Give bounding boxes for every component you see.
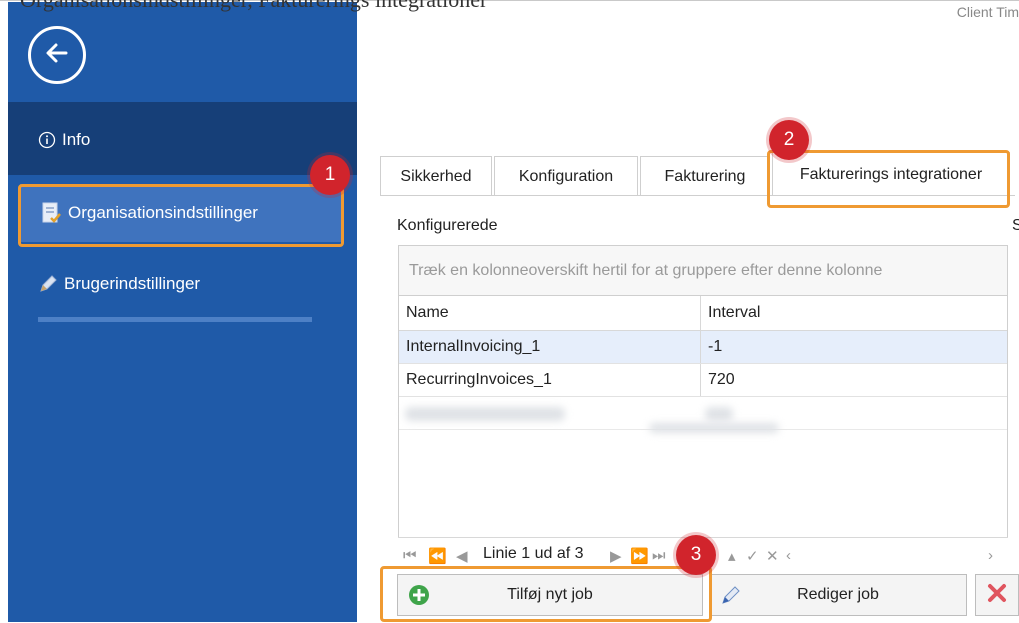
cell-name: InternalInvoicing_1 xyxy=(399,331,701,363)
tab-label: Sikkerhed xyxy=(400,167,472,185)
section-title-right: S xyxy=(1012,217,1019,234)
jobs-grid: Træk en kolonneoverskift hertil for at g… xyxy=(398,245,1008,573)
table-row[interactable]: InternalInvoicing_1 -1 xyxy=(399,331,1007,364)
delete-job-button[interactable] xyxy=(975,574,1019,616)
cell-name: RecurringInvoices_1 xyxy=(399,364,701,396)
prev-page-icon[interactable]: ⏪ xyxy=(428,547,447,565)
back-button[interactable] xyxy=(28,26,86,84)
edit-job-button[interactable]: Rediger job xyxy=(709,574,967,616)
next-page-icon[interactable]: ⏩ xyxy=(630,547,649,565)
cell-interval: -1 xyxy=(708,338,723,355)
tab-sikkerhed[interactable]: Sikkerhed xyxy=(380,156,492,196)
callout-badge-2: 2 xyxy=(769,120,809,160)
redacted-text xyxy=(649,423,779,433)
column-header-interval[interactable]: Interval xyxy=(701,296,1007,330)
first-page-icon[interactable]: ⏮ xyxy=(403,547,417,564)
cell-interval: 720 xyxy=(708,371,735,388)
sidebar: Info Organisationsindstillinger Brugerin… xyxy=(8,2,357,622)
callout-badge-1: 1 xyxy=(310,155,350,195)
up-icon[interactable]: ▴ xyxy=(728,547,736,565)
tab-fakturering[interactable]: Fakturering xyxy=(640,156,770,196)
redacted-text xyxy=(705,407,733,421)
highlight-box-organisation xyxy=(18,184,344,247)
last-page-icon[interactable]: ⏭ xyxy=(652,547,666,564)
tab-konfiguration[interactable]: Konfiguration xyxy=(494,156,638,196)
scroll-left-icon[interactable]: ‹ xyxy=(786,547,791,564)
grid-header: Name Interval xyxy=(399,296,1007,331)
sidebar-separator xyxy=(38,317,312,322)
cancel-x-icon[interactable]: ✕ xyxy=(766,547,779,565)
top-caption: Organisationsindstillinger, Fakturerings… xyxy=(20,0,487,13)
edit-job-label: Rediger job xyxy=(797,586,879,603)
table-row-redacted[interactable] xyxy=(399,397,1007,433)
sidebar-item-info[interactable]: Info xyxy=(8,112,357,168)
pencil-icon xyxy=(38,274,58,294)
pager-position: Linie 1 ud af 3 xyxy=(480,545,587,563)
sidebar-item-label: Info xyxy=(62,130,91,149)
sidebar-item-label: Brugerindstillinger xyxy=(64,274,201,293)
table-row[interactable]: RecurringInvoices_1 720 xyxy=(399,364,1007,397)
delete-x-icon xyxy=(987,583,1007,608)
next-record-icon[interactable]: ▶ xyxy=(610,547,622,565)
section-title: Konfigurerede xyxy=(397,217,498,234)
check-icon[interactable]: ✓ xyxy=(746,547,759,565)
pencil-icon xyxy=(720,584,742,606)
prev-record-icon[interactable]: ◀ xyxy=(456,547,468,565)
highlight-box-add-job xyxy=(380,566,712,622)
tab-label: Konfiguration xyxy=(518,167,614,185)
scroll-right-icon[interactable]: › xyxy=(988,547,993,564)
callout-badge-3: 3 xyxy=(676,535,716,575)
group-by-panel[interactable]: Træk en kolonneoverskift hertil for at g… xyxy=(399,246,1007,296)
column-header-name[interactable]: Name xyxy=(399,296,701,330)
client-time-label: Client Tim xyxy=(956,4,1019,20)
redacted-text xyxy=(405,407,565,421)
sidebar-item-brugerindstillinger[interactable]: Brugerindstillinger xyxy=(8,256,357,312)
highlight-box-integration-tab xyxy=(767,150,1010,208)
tab-label: Fakturering xyxy=(664,167,746,185)
info-icon xyxy=(38,131,56,149)
arrow-left-icon xyxy=(42,38,72,73)
